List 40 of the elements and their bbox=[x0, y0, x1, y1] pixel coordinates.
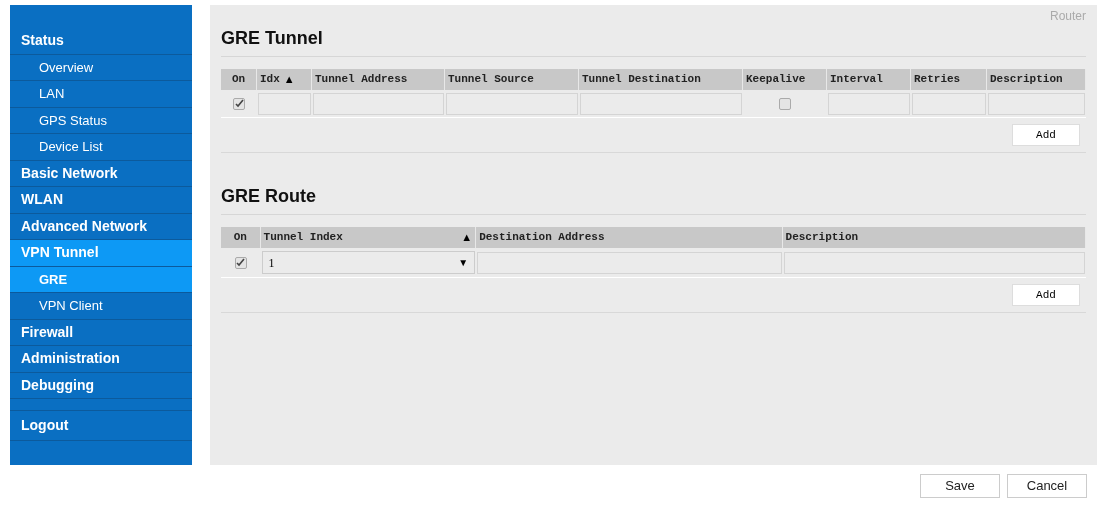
dropdown-arrow[interactable]: ▼ bbox=[458, 255, 469, 270]
section-title: GRE Tunnel bbox=[221, 25, 1086, 57]
sidebar-item[interactable]: Debugging bbox=[10, 372, 192, 399]
sort-arrow[interactable]: ▲ bbox=[283, 71, 295, 88]
sidebar-item[interactable]: Administration bbox=[10, 346, 192, 373]
select-value: 1 bbox=[268, 254, 275, 272]
sidebar-item[interactable]: WLAN bbox=[10, 187, 192, 214]
column-header[interactable]: Tunnel Index bbox=[263, 229, 343, 246]
sidebar-item[interactable]: Firewall bbox=[10, 319, 192, 346]
checkbox[interactable] bbox=[234, 256, 247, 269]
sidebar-subitem[interactable]: VPN Client bbox=[10, 293, 192, 320]
add-button[interactable]: Add bbox=[1012, 284, 1080, 306]
column-header[interactable]: Keepalive bbox=[746, 71, 806, 88]
column-header[interactable]: On bbox=[231, 71, 246, 88]
column-header[interactable]: On bbox=[233, 229, 247, 246]
column-header[interactable]: Retries bbox=[914, 71, 961, 88]
tunnel-index-select[interactable]: 1 ▼ bbox=[261, 251, 476, 274]
column-header[interactable]: Description bbox=[785, 229, 859, 246]
checkbox[interactable] bbox=[779, 97, 791, 110]
column-header[interactable]: Description bbox=[990, 71, 1063, 88]
column-header[interactable]: Tunnel Address bbox=[315, 71, 408, 88]
section-title: GRE Route bbox=[221, 183, 1086, 215]
checkbox[interactable] bbox=[233, 97, 245, 110]
sort-arrow[interactable]: ▲ bbox=[461, 229, 473, 246]
sidebar-subitem[interactable]: Device List bbox=[10, 134, 192, 161]
sidebar-subitem[interactable]: LAN bbox=[10, 81, 192, 108]
column-header[interactable]: Tunnel Source bbox=[448, 71, 534, 88]
column-header[interactable]: Tunnel Destination bbox=[582, 71, 701, 88]
sidebar-subitem[interactable]: Overview bbox=[10, 54, 192, 81]
column-header[interactable]: Destination Address bbox=[479, 229, 605, 246]
add-button[interactable]: Add bbox=[1012, 124, 1080, 146]
sidebar-item[interactable]: Basic Network bbox=[10, 160, 192, 187]
column-header[interactable]: Interval bbox=[830, 71, 883, 88]
logout-link[interactable]: Logout bbox=[10, 411, 192, 441]
sidebar-subitem[interactable]: GPS Status bbox=[10, 107, 192, 134]
action-button[interactable]: Cancel bbox=[1007, 474, 1087, 498]
column-header[interactable]: Idx bbox=[260, 71, 280, 88]
sidebar-item[interactable]: Status bbox=[10, 28, 192, 55]
brand-label: Router bbox=[1049, 8, 1086, 25]
action-button[interactable]: Save bbox=[920, 474, 1000, 498]
